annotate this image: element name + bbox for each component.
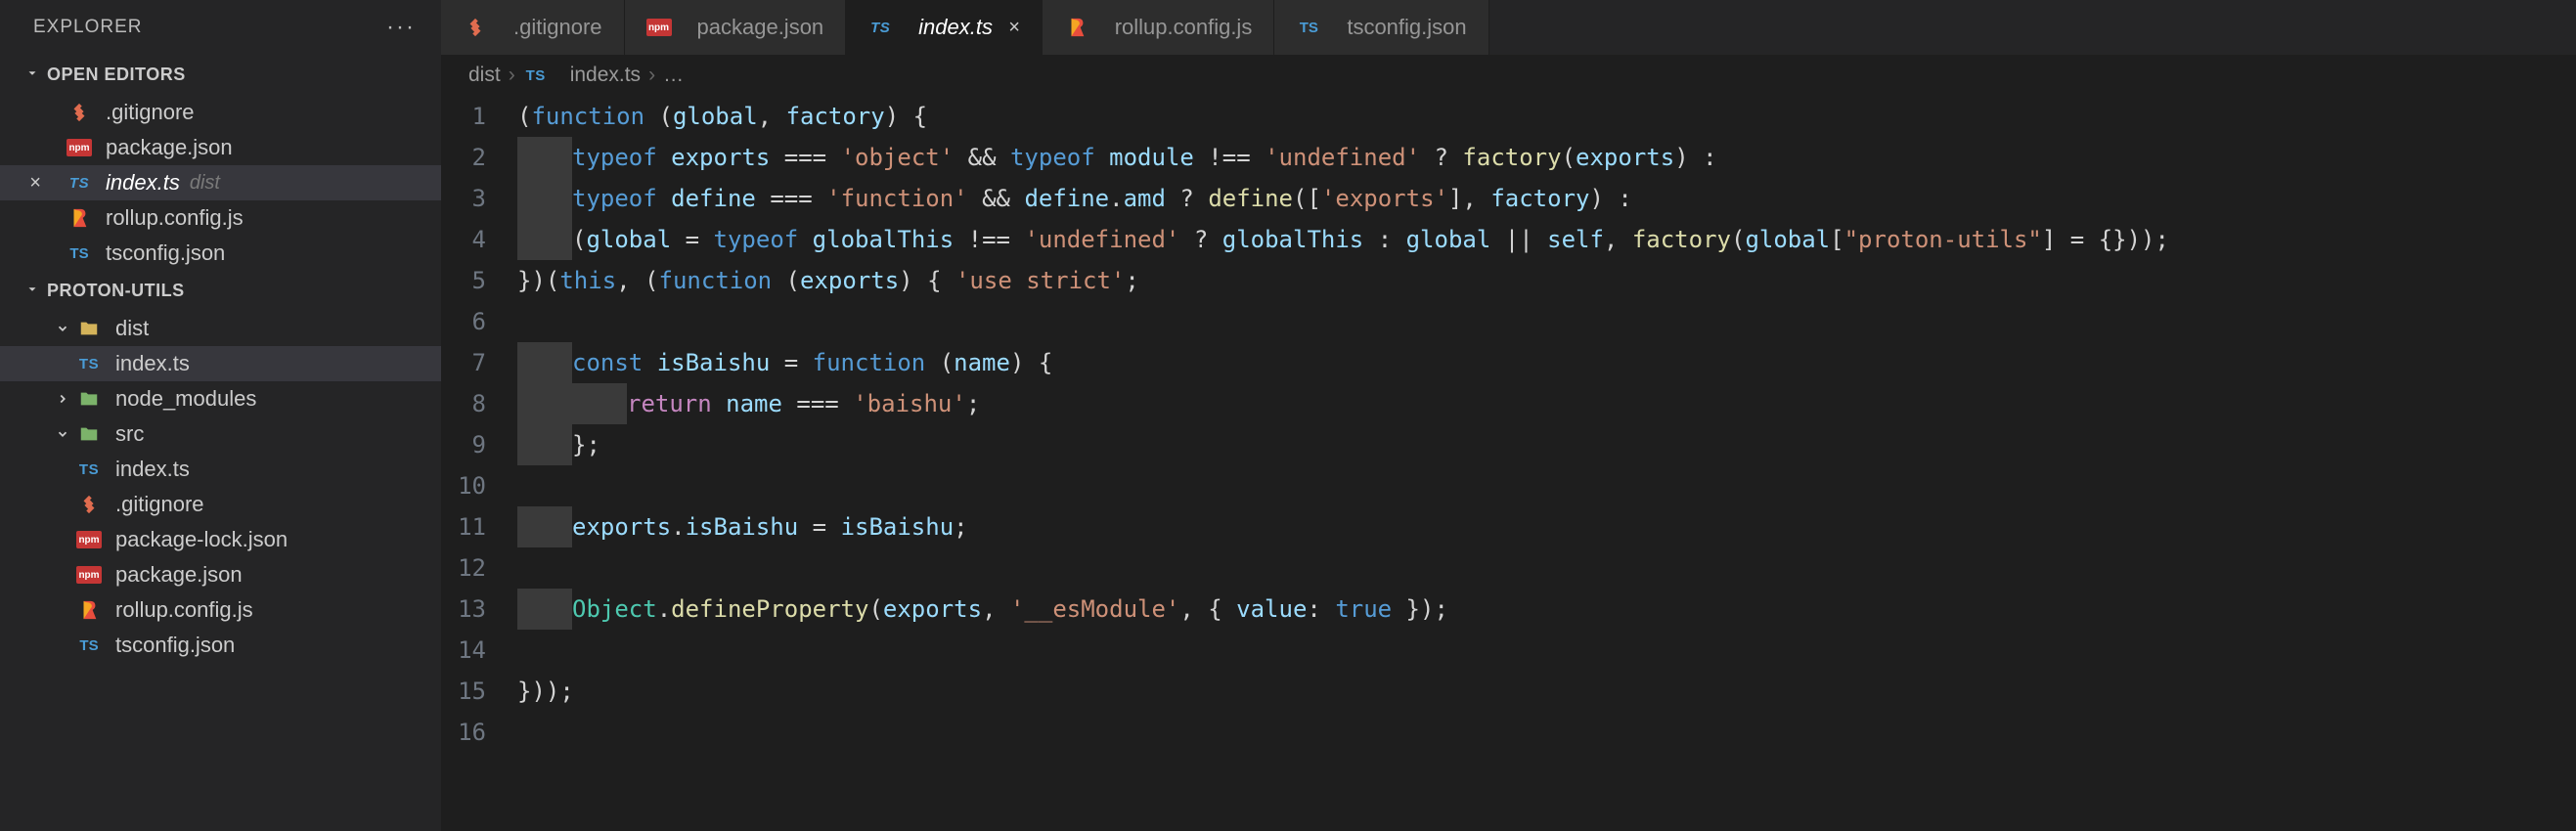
- code-content[interactable]: (function (global, factory) {typeof expo…: [508, 96, 2576, 831]
- typescript-icon: TS: [67, 170, 92, 196]
- open-editor-item[interactable]: npm package.json: [0, 130, 441, 165]
- typescript-icon: TS: [76, 457, 102, 482]
- tree-folder[interactable]: dist: [0, 311, 441, 346]
- open-editor-item[interactable]: × TS index.ts dist: [0, 165, 441, 200]
- rollup-icon: [1064, 15, 1089, 40]
- tab-label: package.json: [697, 15, 824, 40]
- tab-label: rollup.config.js: [1115, 15, 1253, 40]
- file-label: index.ts: [106, 170, 180, 196]
- tab-label: .gitignore: [513, 15, 602, 40]
- file-label: .gitignore: [106, 100, 195, 125]
- line-numbers: 12345678910111213141516: [441, 96, 508, 831]
- tree-file[interactable]: TS index.ts: [0, 452, 441, 487]
- explorer-more-icon[interactable]: ···: [386, 14, 416, 41]
- file-label: tsconfig.json: [106, 241, 225, 266]
- tree-folder[interactable]: node_modules: [0, 381, 441, 416]
- explorer-sidebar: EXPLORER ··· OPEN EDITORS .gitignorenpmp…: [0, 0, 441, 831]
- tree-file[interactable]: npm package.json: [0, 557, 441, 592]
- crumb-tail[interactable]: …: [663, 64, 684, 87]
- npm-icon: npm: [76, 562, 102, 588]
- tree-file[interactable]: TS tsconfig.json: [0, 628, 441, 663]
- rollup-icon: [67, 205, 92, 231]
- tree-item-label: node_modules: [115, 386, 256, 412]
- chevron-down-icon: [25, 281, 47, 301]
- breadcrumb[interactable]: dist › TS index.ts › …: [441, 55, 2576, 96]
- editor-tab[interactable]: rollup.config.js: [1043, 0, 1275, 55]
- editor-tabs: .gitignore npm package.json TS index.ts × roll…: [441, 0, 2576, 55]
- file-path-suffix: dist: [190, 172, 220, 195]
- open-editor-item[interactable]: rollup.config.js: [0, 200, 441, 236]
- typescript-icon: TS: [867, 15, 893, 40]
- open-editor-item[interactable]: .gitignore: [0, 95, 441, 130]
- npm-icon: npm: [646, 15, 672, 40]
- folder-icon: [76, 386, 102, 412]
- tree-item-label: rollup.config.js: [115, 597, 253, 623]
- file-label: package.json: [106, 135, 233, 160]
- tree-folder[interactable]: src: [0, 416, 441, 452]
- rollup-icon: [76, 597, 102, 623]
- tree-item-label: src: [115, 421, 144, 447]
- tree-file[interactable]: npm package-lock.json: [0, 522, 441, 557]
- tab-label: tsconfig.json: [1347, 15, 1466, 40]
- explorer-title: EXPLORER: [33, 17, 142, 38]
- tab-label: index.ts: [918, 15, 993, 40]
- crumb-part[interactable]: dist: [468, 64, 501, 87]
- editor-tab[interactable]: TS tsconfig.json: [1274, 0, 1488, 55]
- editor-tab[interactable]: .gitignore: [441, 0, 625, 55]
- file-label: rollup.config.js: [106, 205, 244, 231]
- tree-file[interactable]: rollup.config.js: [0, 592, 441, 628]
- tree-item-label: tsconfig.json: [115, 633, 235, 658]
- tree-item-label: .gitignore: [115, 492, 204, 517]
- editor-tab[interactable]: npm package.json: [625, 0, 847, 55]
- tsconfig-icon: TS: [67, 241, 92, 266]
- open-editor-item[interactable]: TS tsconfig.json: [0, 236, 441, 271]
- typescript-icon: TS: [523, 63, 549, 88]
- close-icon[interactable]: ×: [29, 172, 41, 195]
- chevron-down-icon: [25, 65, 47, 85]
- tree-item-label: package.json: [115, 562, 243, 588]
- crumb-part[interactable]: index.ts: [570, 64, 641, 87]
- folder-icon: [76, 421, 102, 447]
- tree-file[interactable]: .gitignore: [0, 487, 441, 522]
- gitignore-icon: [76, 492, 102, 517]
- chevron-down-icon: [49, 316, 76, 341]
- chevron-right-icon: [49, 386, 76, 412]
- open-editors-section[interactable]: OPEN EDITORS: [0, 55, 441, 95]
- chevron-right-icon: ›: [648, 64, 655, 87]
- npm-icon: npm: [67, 135, 92, 160]
- folder-icon: [76, 316, 102, 341]
- tree-item-label: package-lock.json: [115, 527, 288, 552]
- close-icon[interactable]: ×: [1008, 17, 1020, 39]
- typescript-icon: TS: [76, 351, 102, 376]
- code-editor[interactable]: 12345678910111213141516 (function (globa…: [441, 96, 2576, 831]
- gitignore-icon: [463, 15, 488, 40]
- tree-file[interactable]: TS index.ts: [0, 346, 441, 381]
- gitignore-icon: [67, 100, 92, 125]
- project-section[interactable]: PROTON-UTILS: [0, 271, 441, 311]
- tsconfig-icon: TS: [1296, 15, 1321, 40]
- editor-tab[interactable]: TS index.ts ×: [846, 0, 1043, 55]
- tree-item-label: dist: [115, 316, 149, 341]
- chevron-right-icon: ›: [509, 64, 515, 87]
- chevron-down-icon: [49, 421, 76, 447]
- tree-item-label: index.ts: [115, 457, 190, 482]
- npm-icon: npm: [76, 527, 102, 552]
- tsconfig-icon: TS: [76, 633, 102, 658]
- tree-item-label: index.ts: [115, 351, 190, 376]
